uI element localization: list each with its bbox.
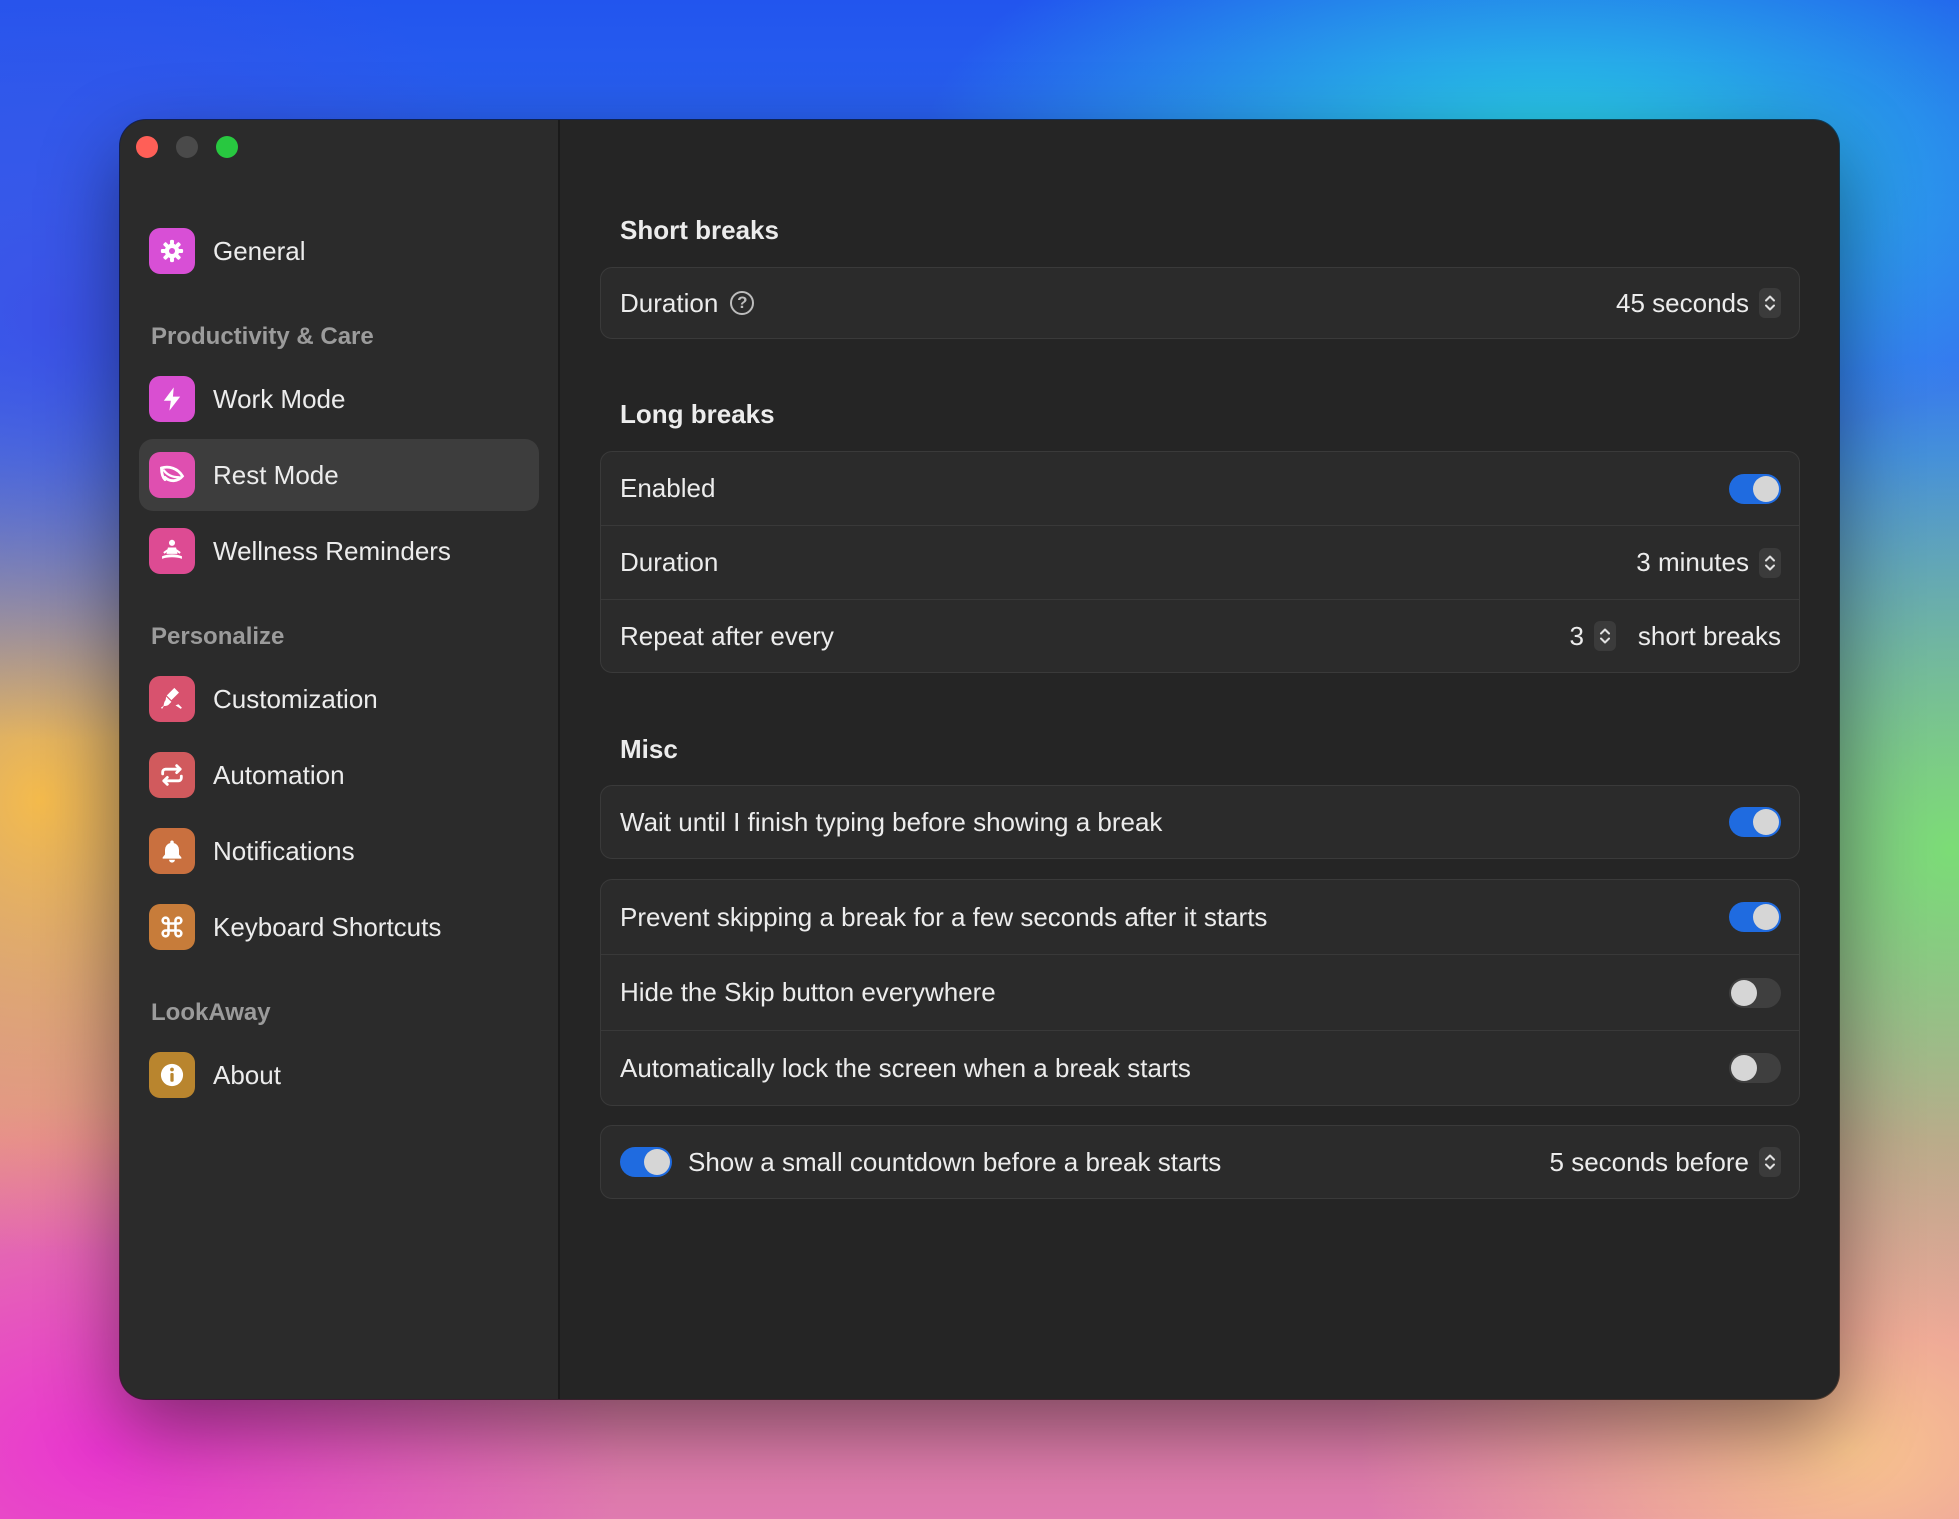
info-icon [149, 1052, 195, 1098]
section-title-short-breaks: Short breaks [620, 215, 779, 245]
sidebar-item-automation[interactable]: Automation [139, 739, 539, 811]
sidebar-heading-productivity: Productivity & Care [151, 323, 374, 350]
meditation-icon [149, 528, 195, 574]
long-breaks-card: Enabled Duration 3 minutes Repeat after … [600, 451, 1800, 673]
sidebar-item-notifications[interactable]: Notifications [139, 815, 539, 887]
sidebar-item-rest-mode[interactable]: Rest Mode [139, 439, 539, 511]
chevron-updown-icon [1759, 547, 1781, 578]
sidebar-nav: General Productivity & Care Work Mode Re… [139, 215, 539, 1111]
sidebar-item-label: General [213, 235, 306, 266]
auto-lock-row: Automatically lock the screen when a bre… [601, 1031, 1799, 1105]
countdown-row: Show a small countdown before a break st… [601, 1126, 1799, 1198]
long-break-repeat-value[interactable]: 3 [1569, 621, 1583, 652]
hide-skip-toggle[interactable] [1729, 977, 1781, 1008]
auto-lock-label: Automatically lock the screen when a bre… [620, 1052, 1191, 1083]
leaf-icon [149, 452, 195, 498]
countdown-value: 5 seconds before [1549, 1146, 1749, 1177]
sidebar-heading-personalize: Personalize [151, 623, 285, 650]
maximize-window-button[interactable] [216, 136, 238, 158]
long-break-repeat-suffix: short breaks [1637, 620, 1781, 651]
sidebar-item-keyboard-shortcuts[interactable]: Keyboard Shortcuts [139, 891, 539, 963]
short-breaks-card: Duration ? 45 seconds [600, 267, 1800, 339]
sidebar-item-work-mode[interactable]: Work Mode [139, 363, 539, 435]
sidebar-item-label: Automation [213, 759, 345, 790]
gear-icon [149, 228, 195, 274]
countdown-toggle[interactable] [620, 1147, 672, 1177]
repeat-icon [149, 752, 195, 798]
long-break-duration-popup[interactable]: 3 minutes [1636, 547, 1781, 578]
misc-countdown-card: Show a small countdown before a break st… [600, 1125, 1800, 1199]
sidebar-item-label: Work Mode [213, 383, 346, 414]
sidebar-item-label: Customization [213, 683, 378, 714]
sidebar-item-wellness-reminders[interactable]: Wellness Reminders [139, 515, 539, 587]
countdown-label: Show a small countdown before a break st… [688, 1146, 1222, 1177]
short-break-duration-value: 45 seconds [1616, 287, 1749, 318]
long-break-enabled-toggle[interactable] [1729, 473, 1781, 504]
window-controls [136, 136, 238, 158]
bell-icon [149, 828, 195, 874]
section-title-misc: Misc [620, 734, 678, 764]
countdown-popup[interactable]: 5 seconds before [1550, 1147, 1781, 1178]
long-break-duration-value: 3 minutes [1636, 547, 1749, 577]
sidebar-item-label: Wellness Reminders [213, 535, 451, 566]
sidebar-heading-lookaway: LookAway [151, 999, 271, 1026]
close-window-button[interactable] [136, 136, 158, 158]
short-break-duration-popup[interactable]: 45 seconds [1616, 288, 1781, 319]
long-break-repeat-row: Repeat after every 3 short breaks [601, 600, 1799, 672]
prevent-skip-row: Prevent skipping a break for a few secon… [601, 880, 1799, 955]
hide-skip-row: Hide the Skip button everywhere [601, 955, 1799, 1031]
sidebar-item-general[interactable]: General [139, 215, 539, 287]
chevron-updown-icon [1759, 1147, 1781, 1177]
misc-skip-card: Prevent skipping a break for a few secon… [600, 879, 1800, 1106]
bolt-icon [149, 376, 195, 422]
settings-window: General Productivity & Care Work Mode Re… [120, 120, 1839, 1399]
sidebar-item-label: Notifications [213, 835, 355, 866]
long-break-enabled-row: Enabled [601, 452, 1799, 526]
command-icon [149, 904, 195, 950]
sidebar-item-label: About [213, 1059, 281, 1090]
minimize-window-button[interactable] [176, 136, 198, 158]
wait-typing-label: Wait until I finish typing before showin… [620, 806, 1163, 837]
long-break-duration-row: Duration 3 minutes [601, 526, 1799, 600]
short-break-duration-label: Duration [620, 287, 719, 318]
long-break-enabled-label: Enabled [620, 473, 716, 503]
sidebar-item-label: Rest Mode [213, 459, 339, 490]
help-icon[interactable]: ? [730, 291, 755, 315]
chevron-updown-icon [1759, 288, 1781, 318]
wait-typing-toggle[interactable] [1729, 807, 1781, 837]
prevent-skip-label: Prevent skipping a break for a few secon… [620, 901, 1268, 932]
sidebar-item-customization[interactable]: Customization [139, 663, 539, 735]
wait-typing-row: Wait until I finish typing before showin… [601, 786, 1799, 858]
sidebar-item-label: Keyboard Shortcuts [213, 911, 442, 942]
hide-skip-label: Hide the Skip button everywhere [620, 977, 996, 1007]
sidebar: General Productivity & Care Work Mode Re… [120, 120, 560, 1399]
repeat-stepper[interactable] [1593, 621, 1616, 651]
section-title-long-breaks: Long breaks [620, 399, 775, 429]
auto-lock-toggle[interactable] [1729, 1053, 1781, 1083]
prevent-skip-toggle[interactable] [1729, 902, 1781, 932]
misc-typing-card: Wait until I finish typing before showin… [600, 785, 1800, 859]
sidebar-item-about[interactable]: About [139, 1039, 539, 1111]
short-break-duration-row: Duration ? 45 seconds [601, 268, 1799, 338]
brush-icon [149, 676, 195, 722]
long-break-repeat-label: Repeat after every [620, 620, 834, 651]
long-break-duration-label: Duration [620, 547, 719, 577]
